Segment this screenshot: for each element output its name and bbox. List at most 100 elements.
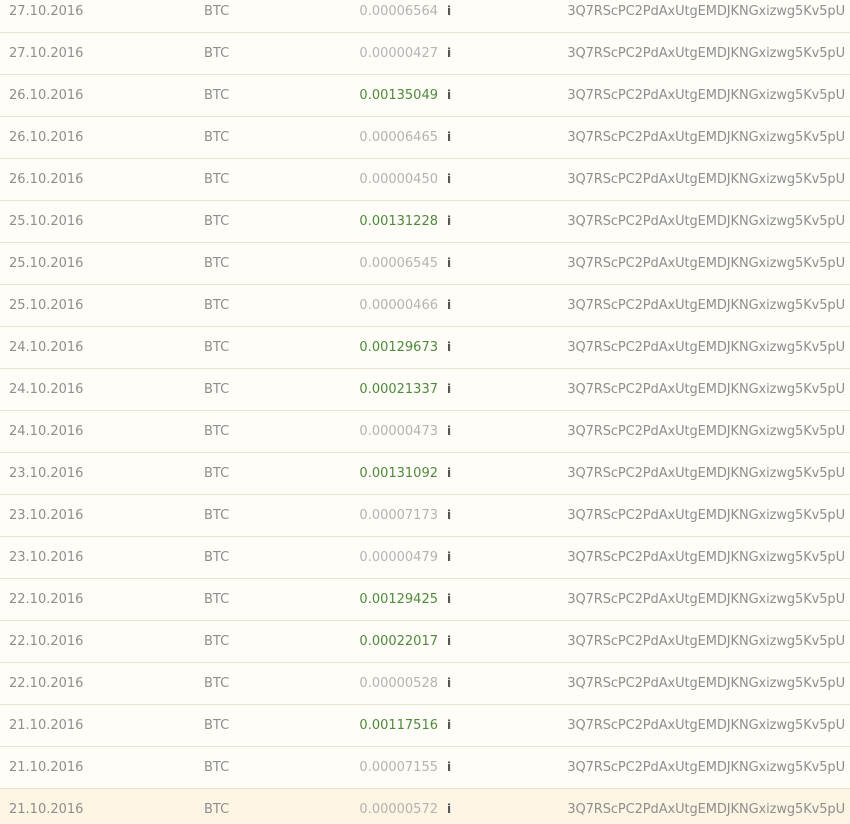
row-date: 24.10.2016 (9, 382, 84, 397)
info-icon[interactable]: i (444, 747, 454, 788)
table-row[interactable]: 26.10.2016 BTC 0.00006465 i 3Q7RScPC2PdAxUtg… (0, 117, 850, 159)
transactions-table: 27.10.2016 BTC 0.00006564 i 3Q7RScPC2PdAxUtg… (0, 0, 850, 824)
row-amount: 0.00117516 (359, 718, 438, 733)
info-icon[interactable]: i (444, 243, 454, 284)
row-amount: 0.00135049 (359, 88, 438, 103)
row-amount: 0.00129425 (359, 592, 438, 607)
info-icon[interactable]: i (444, 369, 454, 410)
info-icon[interactable]: i (444, 537, 454, 578)
table-row[interactable]: 23.10.2016 BTC 0.00131092 i 3Q7RScPC2PdAxUtg… (0, 453, 850, 495)
row-currency: BTC (204, 256, 230, 271)
row-currency: BTC (204, 88, 230, 103)
row-currency: BTC (204, 46, 230, 61)
table-row[interactable]: 22.10.2016 BTC 0.00022017 i 3Q7RScPC2PdAxUtg… (0, 621, 850, 663)
row-date: 22.10.2016 (9, 676, 84, 691)
row-amount: 0.00000466 (359, 298, 438, 313)
info-icon[interactable]: i (444, 705, 454, 746)
row-date: 27.10.2016 (9, 4, 84, 19)
row-currency: BTC (204, 340, 230, 355)
row-address: 3Q7RScPC2PdAxUtgEMDJKNGxizwg5Kv5pU (567, 382, 845, 397)
row-amount: 0.00131092 (359, 466, 438, 481)
row-address: 3Q7RScPC2PdAxUtgEMDJKNGxizwg5Kv5pU (567, 4, 845, 19)
info-icon[interactable]: i (444, 33, 454, 74)
table-row[interactable]: 24.10.2016 BTC 0.00000473 i 3Q7RScPC2PdAxUtg… (0, 411, 850, 453)
row-currency: BTC (204, 172, 230, 187)
row-currency: BTC (204, 634, 230, 649)
row-amount: 0.00021337 (359, 382, 438, 397)
row-date: 21.10.2016 (9, 718, 84, 733)
row-date: 23.10.2016 (9, 550, 84, 565)
info-icon[interactable]: i (444, 327, 454, 368)
info-icon[interactable]: i (444, 75, 454, 116)
row-currency: BTC (204, 676, 230, 691)
row-date: 26.10.2016 (9, 130, 84, 145)
row-date: 21.10.2016 (9, 802, 84, 817)
info-icon[interactable]: i (444, 411, 454, 452)
row-address: 3Q7RScPC2PdAxUtgEMDJKNGxizwg5Kv5pU (567, 592, 845, 607)
info-icon[interactable]: i (444, 201, 454, 242)
row-date: 24.10.2016 (9, 340, 84, 355)
info-icon[interactable]: i (444, 117, 454, 158)
row-address: 3Q7RScPC2PdAxUtgEMDJKNGxizwg5Kv5pU (567, 676, 845, 691)
table-row[interactable]: 22.10.2016 BTC 0.00000528 i 3Q7RScPC2PdAxUtg… (0, 663, 850, 705)
info-icon[interactable]: i (444, 159, 454, 200)
row-address: 3Q7RScPC2PdAxUtgEMDJKNGxizwg5Kv5pU (567, 88, 845, 103)
table-row[interactable]: 26.10.2016 BTC 0.00135049 i 3Q7RScPC2PdAxUtg… (0, 75, 850, 117)
row-address: 3Q7RScPC2PdAxUtgEMDJKNGxizwg5Kv5pU (567, 172, 845, 187)
table-row[interactable]: 23.10.2016 BTC 0.00007173 i 3Q7RScPC2PdAxUtg… (0, 495, 850, 537)
row-address: 3Q7RScPC2PdAxUtgEMDJKNGxizwg5Kv5pU (567, 214, 845, 229)
row-address: 3Q7RScPC2PdAxUtgEMDJKNGxizwg5Kv5pU (567, 256, 845, 271)
table-row[interactable]: 24.10.2016 BTC 0.00021337 i 3Q7RScPC2PdAxUtg… (0, 369, 850, 411)
table-row[interactable]: 21.10.2016 BTC 0.00000572 i 3Q7RScPC2PdAxUtg… (0, 789, 850, 824)
table-row[interactable]: 21.10.2016 BTC 0.00007155 i 3Q7RScPC2PdAxUtg… (0, 747, 850, 789)
info-icon[interactable]: i (444, 789, 454, 824)
row-address: 3Q7RScPC2PdAxUtgEMDJKNGxizwg5Kv5pU (567, 424, 845, 439)
row-amount: 0.00006465 (359, 130, 438, 145)
row-amount: 0.00129673 (359, 340, 438, 355)
info-icon[interactable]: i (444, 495, 454, 536)
row-amount: 0.00000450 (359, 172, 438, 187)
row-date: 21.10.2016 (9, 760, 84, 775)
row-currency: BTC (204, 382, 230, 397)
row-currency: BTC (204, 4, 230, 19)
info-icon[interactable]: i (444, 621, 454, 662)
row-amount: 0.00000572 (359, 802, 438, 817)
row-amount: 0.00000427 (359, 46, 438, 61)
row-address: 3Q7RScPC2PdAxUtgEMDJKNGxizwg5Kv5pU (567, 46, 845, 61)
row-amount: 0.00007173 (359, 508, 438, 523)
table-row[interactable]: 23.10.2016 BTC 0.00000479 i 3Q7RScPC2PdAxUtg… (0, 537, 850, 579)
row-currency: BTC (204, 802, 230, 817)
row-address: 3Q7RScPC2PdAxUtgEMDJKNGxizwg5Kv5pU (567, 634, 845, 649)
row-currency: BTC (204, 592, 230, 607)
row-amount: 0.00131228 (359, 214, 438, 229)
row-date: 22.10.2016 (9, 634, 84, 649)
row-currency: BTC (204, 130, 230, 145)
row-date: 23.10.2016 (9, 466, 84, 481)
row-date: 27.10.2016 (9, 46, 84, 61)
info-icon[interactable]: i (444, 663, 454, 704)
table-row[interactable]: 24.10.2016 BTC 0.00129673 i 3Q7RScPC2PdAxUtg… (0, 327, 850, 369)
table-row[interactable]: 26.10.2016 BTC 0.00000450 i 3Q7RScPC2PdAxUtg… (0, 159, 850, 201)
info-icon[interactable]: i (444, 285, 454, 326)
table-row[interactable]: 21.10.2016 BTC 0.00117516 i 3Q7RScPC2PdAxUtg… (0, 705, 850, 747)
row-address: 3Q7RScPC2PdAxUtgEMDJKNGxizwg5Kv5pU (567, 298, 845, 313)
info-icon[interactable]: i (444, 0, 454, 32)
table-row[interactable]: 25.10.2016 BTC 0.00000466 i 3Q7RScPC2PdAxUtg… (0, 285, 850, 327)
info-icon[interactable]: i (444, 579, 454, 620)
row-currency: BTC (204, 718, 230, 733)
row-amount: 0.00000528 (359, 676, 438, 691)
row-amount: 0.00007155 (359, 760, 438, 775)
row-currency: BTC (204, 550, 230, 565)
table-row[interactable]: 25.10.2016 BTC 0.00006545 i 3Q7RScPC2PdAxUtg… (0, 243, 850, 285)
row-address: 3Q7RScPC2PdAxUtgEMDJKNGxizwg5Kv5pU (567, 340, 845, 355)
table-row[interactable]: 22.10.2016 BTC 0.00129425 i 3Q7RScPC2PdAxUtg… (0, 579, 850, 621)
info-icon[interactable]: i (444, 453, 454, 494)
table-row[interactable]: 25.10.2016 BTC 0.00131228 i 3Q7RScPC2PdAxUtg… (0, 201, 850, 243)
row-address: 3Q7RScPC2PdAxUtgEMDJKNGxizwg5Kv5pU (567, 718, 845, 733)
row-currency: BTC (204, 466, 230, 481)
table-row[interactable]: 27.10.2016 BTC 0.00006564 i 3Q7RScPC2PdAxUtg… (0, 0, 850, 33)
table-row[interactable]: 27.10.2016 BTC 0.00000427 i 3Q7RScPC2PdAxUtg… (0, 33, 850, 75)
row-amount: 0.00000473 (359, 424, 438, 439)
row-currency: BTC (204, 760, 230, 775)
row-address: 3Q7RScPC2PdAxUtgEMDJKNGxizwg5Kv5pU (567, 508, 845, 523)
